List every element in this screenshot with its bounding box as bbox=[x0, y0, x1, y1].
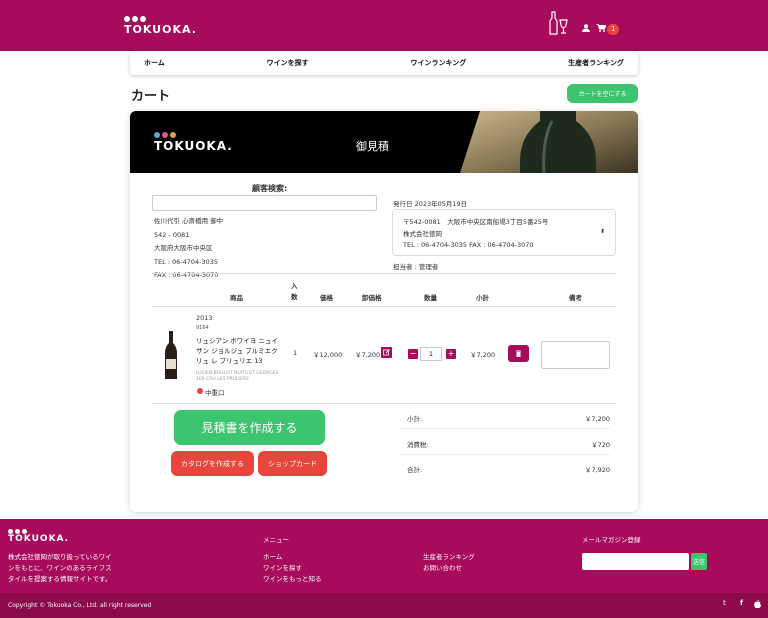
customer-search-input[interactable] bbox=[152, 195, 377, 211]
site-header: TOKUOKA. 1 bbox=[0, 0, 768, 51]
shop-card-button[interactable]: ショップカード bbox=[258, 451, 327, 476]
edit-icon bbox=[383, 349, 390, 356]
product-vintage: 2013 bbox=[196, 314, 213, 322]
total-label: 合計: bbox=[407, 466, 423, 474]
divider bbox=[152, 403, 616, 404]
estimate-title: 御見積 bbox=[356, 140, 389, 153]
champagne-bottle-image bbox=[460, 111, 638, 173]
cart-icon[interactable] bbox=[596, 24, 606, 32]
newsletter-submit-button[interactable]: 送信 bbox=[691, 553, 707, 570]
apple-icon[interactable] bbox=[754, 600, 761, 608]
footer-description-line: 株式会社徳岡が取り扱っているワイ bbox=[8, 553, 112, 561]
site-logo[interactable]: TOKUOKA. bbox=[124, 16, 197, 36]
newsletter-title: メールマガジン登録 bbox=[582, 536, 641, 544]
qty-decrease-button[interactable]: − bbox=[408, 349, 418, 359]
customer-search-label: 顧客検索: bbox=[252, 184, 288, 193]
customer-tel: TEL : 06-4704-3035 bbox=[154, 257, 219, 266]
trash-icon bbox=[516, 350, 521, 357]
staff-name: 担当者 : 管理者 bbox=[393, 263, 439, 271]
edit-price-button[interactable] bbox=[381, 347, 392, 358]
col-header-price: 価格 bbox=[320, 294, 333, 302]
footer-bottom-bar: Copyright © Tokuoka Co., Ltd. all right … bbox=[0, 593, 768, 618]
tax-label: 消費税: bbox=[407, 441, 429, 449]
nav-item-producer-ranking[interactable]: 生産者ランキング bbox=[568, 58, 624, 68]
footer-description-line: タイルを提案する情報サイトです。 bbox=[8, 575, 112, 583]
row-quantity-in: 1 bbox=[293, 349, 298, 357]
create-estimate-button[interactable]: 見積書を作成する bbox=[174, 410, 325, 445]
copyright: Copyright © Tokuoka Co., Ltd. all right … bbox=[8, 602, 152, 609]
nav-item-home[interactable]: ホーム bbox=[144, 58, 165, 68]
product-name-en: LUCIEN BOILLOT NUITS ST GEORGES 1ER CRU … bbox=[196, 371, 279, 382]
footer-description: 株式会社徳岡が取り扱っているワイ ンをもとに、ワインのあるライフス タイルを提案… bbox=[8, 552, 112, 585]
twitter-icon[interactable]: 𝕥 bbox=[723, 599, 726, 607]
col-header-quantity-in: 入数 bbox=[291, 282, 298, 301]
customer-name: 佐川代引 心斎橋用 御中 bbox=[154, 217, 224, 225]
col-header-subtotal: 小計 bbox=[476, 294, 489, 302]
facebook-icon[interactable]: f bbox=[740, 599, 743, 607]
issuer-address: 〒542-0081 大阪市中央区南船場3丁目5番25号 bbox=[403, 218, 549, 226]
banner-logo-text: TOKUOKA. bbox=[154, 139, 233, 153]
divider bbox=[400, 454, 610, 455]
divider bbox=[400, 428, 610, 429]
subtotal-label: 小計: bbox=[407, 415, 423, 423]
row-note-input[interactable] bbox=[541, 341, 610, 369]
footer-link-producer-ranking[interactable]: 生産者ランキング bbox=[423, 552, 475, 563]
qty-input[interactable]: 1 bbox=[420, 347, 442, 361]
col-header-qty: 数量 bbox=[424, 294, 437, 302]
total-value: ￥7,920 bbox=[584, 466, 610, 474]
banner-logo: TOKUOKA. bbox=[154, 132, 233, 153]
row-wholesale: ￥7,200 bbox=[355, 351, 381, 359]
estimate-card: TOKUOKA. 御見積 顧客検索: 佐川代引 心斎橋用 御中 542 - 00… bbox=[130, 111, 638, 512]
footer-description-line: ンをもとに、ワインのあるライフス bbox=[8, 564, 112, 572]
customer-fax: FAX : 06-4704-3070 bbox=[154, 271, 219, 279]
main-nav: ホーム ワインを探す ワインランキング 生産者ランキング bbox=[130, 51, 638, 75]
tax-value: ￥720 bbox=[591, 441, 610, 449]
footer-link-contact[interactable]: お問い合わせ bbox=[423, 563, 475, 574]
nav-item-search-wine[interactable]: ワインを探す bbox=[267, 58, 309, 68]
footer-link-learn-wine[interactable]: ワインをもっと知る bbox=[263, 574, 322, 585]
issuer-company: 株式会社徳岡 bbox=[403, 230, 442, 238]
issue-date: 発行日 2023年05月19日 bbox=[393, 200, 468, 208]
footer-link-home[interactable]: ホーム bbox=[263, 552, 322, 563]
divider bbox=[152, 273, 616, 274]
cart-count-badge: 1 bbox=[607, 24, 620, 35]
col-header-wholesale: 卸価格 bbox=[362, 294, 382, 302]
taste-dot-icon bbox=[197, 388, 203, 394]
wine-bottle-image bbox=[165, 331, 177, 379]
row-subtotal: ￥7,200 bbox=[470, 351, 496, 359]
product-code: 9164 bbox=[196, 325, 209, 331]
nav-item-wine-ranking[interactable]: ワインランキング bbox=[411, 58, 467, 68]
wine-bottle-glass-icon[interactable] bbox=[547, 11, 569, 35]
footer-logo[interactable]: TOKUOKA. bbox=[8, 529, 69, 544]
product-taste: 中重口 bbox=[205, 389, 225, 397]
issuer-tel-fax: TEL : 06-4704-3035 FAX : 06-4704-3070 bbox=[403, 241, 534, 249]
clear-cart-button[interactable]: カートを空にする bbox=[567, 84, 638, 103]
issuer-select[interactable]: 〒542-0081 大阪市中央区南船場3丁目5番25号 株式会社徳岡 ⬍ TEL… bbox=[392, 209, 616, 256]
logo-dots bbox=[124, 16, 197, 22]
product-name[interactable]: リュシアン ボワイヨ ニュイ サン ジョルジュ プルミエクリュ レ プリュリエ … bbox=[196, 336, 280, 366]
footer-menu-title: メニュー bbox=[263, 536, 289, 544]
estimate-banner: TOKUOKA. 御見積 bbox=[130, 111, 638, 173]
table-row: 2013 9164 リュシアン ボワイヨ ニュイ サン ジョルジュ プルミエクリ… bbox=[152, 307, 616, 403]
site-footer: TOKUOKA. 株式会社徳岡が取り扱っているワイ ンをもとに、ワインのあるライ… bbox=[0, 519, 768, 593]
delete-item-button[interactable] bbox=[508, 345, 529, 362]
create-catalog-button[interactable]: カタログを作成する bbox=[171, 451, 254, 476]
user-icon[interactable] bbox=[582, 24, 590, 32]
footer-menu-col2: 生産者ランキング お問い合わせ bbox=[423, 552, 475, 574]
customer-address: 大阪府大阪市中央区 bbox=[154, 244, 213, 252]
banner-logo-dots bbox=[154, 132, 233, 138]
customer-zip: 542 - 0081 bbox=[154, 230, 190, 239]
col-header-product: 商品 bbox=[230, 294, 243, 302]
footer-link-search-wine[interactable]: ワインを探す bbox=[263, 563, 322, 574]
footer-logo-text: TOKUOKA. bbox=[8, 534, 70, 544]
col-header-note: 備考 bbox=[569, 294, 582, 302]
newsletter-email-input[interactable] bbox=[582, 553, 689, 570]
select-arrows-icon: ⬍ bbox=[599, 228, 605, 235]
row-price: ￥12,000 bbox=[313, 351, 343, 359]
page-title: カート bbox=[131, 89, 171, 104]
subtotal-value: ￥7,200 bbox=[584, 415, 610, 423]
logo-text: TOKUOKA. bbox=[124, 23, 197, 36]
footer-menu-col1: ホーム ワインを探す ワインをもっと知る bbox=[263, 552, 322, 585]
qty-increase-button[interactable]: + bbox=[446, 349, 456, 359]
